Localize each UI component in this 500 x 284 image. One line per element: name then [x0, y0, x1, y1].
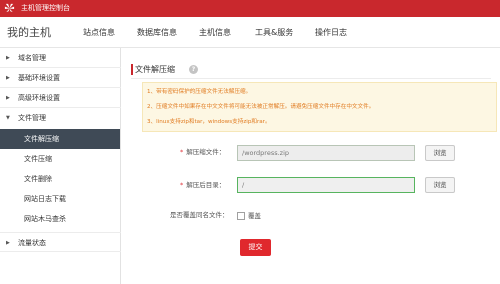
- app-title: 主机管理控制台: [21, 4, 70, 12]
- nav-operation-log[interactable]: 操作日志: [315, 27, 347, 38]
- submit-button[interactable]: 提交: [240, 239, 271, 256]
- sidebar-group-label: 流量状态: [18, 239, 46, 247]
- sidebar-item-label: 网站日志下载: [24, 195, 66, 203]
- top-bar: 主机管理控制台: [0, 0, 500, 17]
- source-file-label-text: 解压缩文件：: [186, 148, 226, 156]
- main-nav: 我的主机 站点信息 数据库信息 主机信息 工具&服务 操作日志: [0, 17, 500, 48]
- sidebar-item-delete[interactable]: 文件删除: [0, 169, 120, 189]
- overwrite-label: 是否覆盖同名文件：: [170, 211, 229, 219]
- required-mark: *: [180, 148, 184, 156]
- divider: [131, 78, 491, 79]
- sidebar-item-compress[interactable]: 文件压缩: [0, 149, 120, 169]
- notice-line-2: 2、压缩文件中如果存在中文文件将可能无法被正常解压。请避免压缩文件中存在中文文件…: [147, 104, 375, 110]
- sidebar-item-decompress[interactable]: 文件解压缩: [0, 129, 120, 149]
- brand-title[interactable]: 我的主机: [7, 25, 51, 40]
- source-file-input[interactable]: /wordpress.zip: [237, 145, 415, 161]
- sidebar-item-label: 文件删除: [24, 175, 52, 183]
- source-file-label: * 解压缩文件：: [180, 148, 225, 157]
- nav-tools-services[interactable]: 工具&服务: [255, 27, 293, 38]
- nav-host-info[interactable]: 主机信息: [199, 27, 231, 38]
- sidebar-item-trojan-scan[interactable]: 网站木马查杀: [0, 209, 120, 229]
- overwrite-checkbox[interactable]: [237, 212, 245, 220]
- target-dir-input[interactable]: /: [237, 177, 415, 193]
- notice-box: 1、带有密码保护的压缩文件无法解压缩。 2、压缩文件中如果存在中文文件将可能无法…: [142, 82, 497, 132]
- browse-source-button[interactable]: 浏览: [425, 145, 455, 161]
- huawei-logo: [4, 3, 15, 13]
- chevron-right-icon: ▶: [6, 75, 10, 81]
- sidebar-group-label: 域名管理: [18, 54, 46, 62]
- sidebar-group-advanced-env[interactable]: ▶ 高级环境设置: [0, 88, 121, 108]
- sidebar-group-domain[interactable]: ▶ 域名管理: [0, 48, 121, 68]
- notice-line-1: 1、带有密码保护的压缩文件无法解压缩。: [147, 89, 252, 95]
- sidebar-group-traffic[interactable]: ▶ 流量状态: [0, 232, 121, 252]
- chevron-right-icon: ▶: [6, 55, 10, 61]
- help-icon[interactable]: ?: [189, 65, 198, 74]
- overwrite-option-label[interactable]: 覆盖: [248, 211, 261, 221]
- sidebar-item-label: 网站木马查杀: [24, 215, 66, 223]
- browse-target-button[interactable]: 浏览: [425, 177, 455, 193]
- notice-line-3: 3、linux支持zip和tar，windows支持zip和rar。: [147, 119, 271, 125]
- sidebar-item-log-download[interactable]: 网站日志下载: [0, 189, 120, 209]
- target-dir-label-text: 解压后目录：: [186, 181, 226, 189]
- sidebar-item-label: 文件解压缩: [24, 135, 59, 143]
- chevron-right-icon: ▶: [6, 240, 10, 246]
- sidebar-group-label: 基础环境设置: [18, 74, 60, 82]
- required-mark: *: [180, 181, 184, 189]
- nav-site-info[interactable]: 站点信息: [83, 27, 115, 38]
- nav-database-info[interactable]: 数据库信息: [137, 27, 177, 38]
- sidebar: ▶ 域名管理 ▶ 基础环境设置 ▶ 高级环境设置 ▼ 文件管理 文件解压缩 文件…: [0, 48, 121, 284]
- sidebar-group-file-management[interactable]: ▼ 文件管理: [0, 108, 121, 128]
- chevron-down-icon: ▼: [6, 115, 10, 121]
- sidebar-group-label: 高级环境设置: [18, 94, 60, 102]
- sidebar-item-label: 文件压缩: [24, 155, 52, 163]
- chevron-right-icon: ▶: [6, 95, 10, 101]
- page-title: 文件解压缩: [135, 65, 175, 74]
- title-accent-bar: [131, 64, 133, 75]
- target-dir-label: * 解压后目录：: [180, 181, 225, 190]
- sidebar-group-label: 文件管理: [18, 114, 46, 122]
- sidebar-group-basic-env[interactable]: ▶ 基础环境设置: [0, 68, 121, 88]
